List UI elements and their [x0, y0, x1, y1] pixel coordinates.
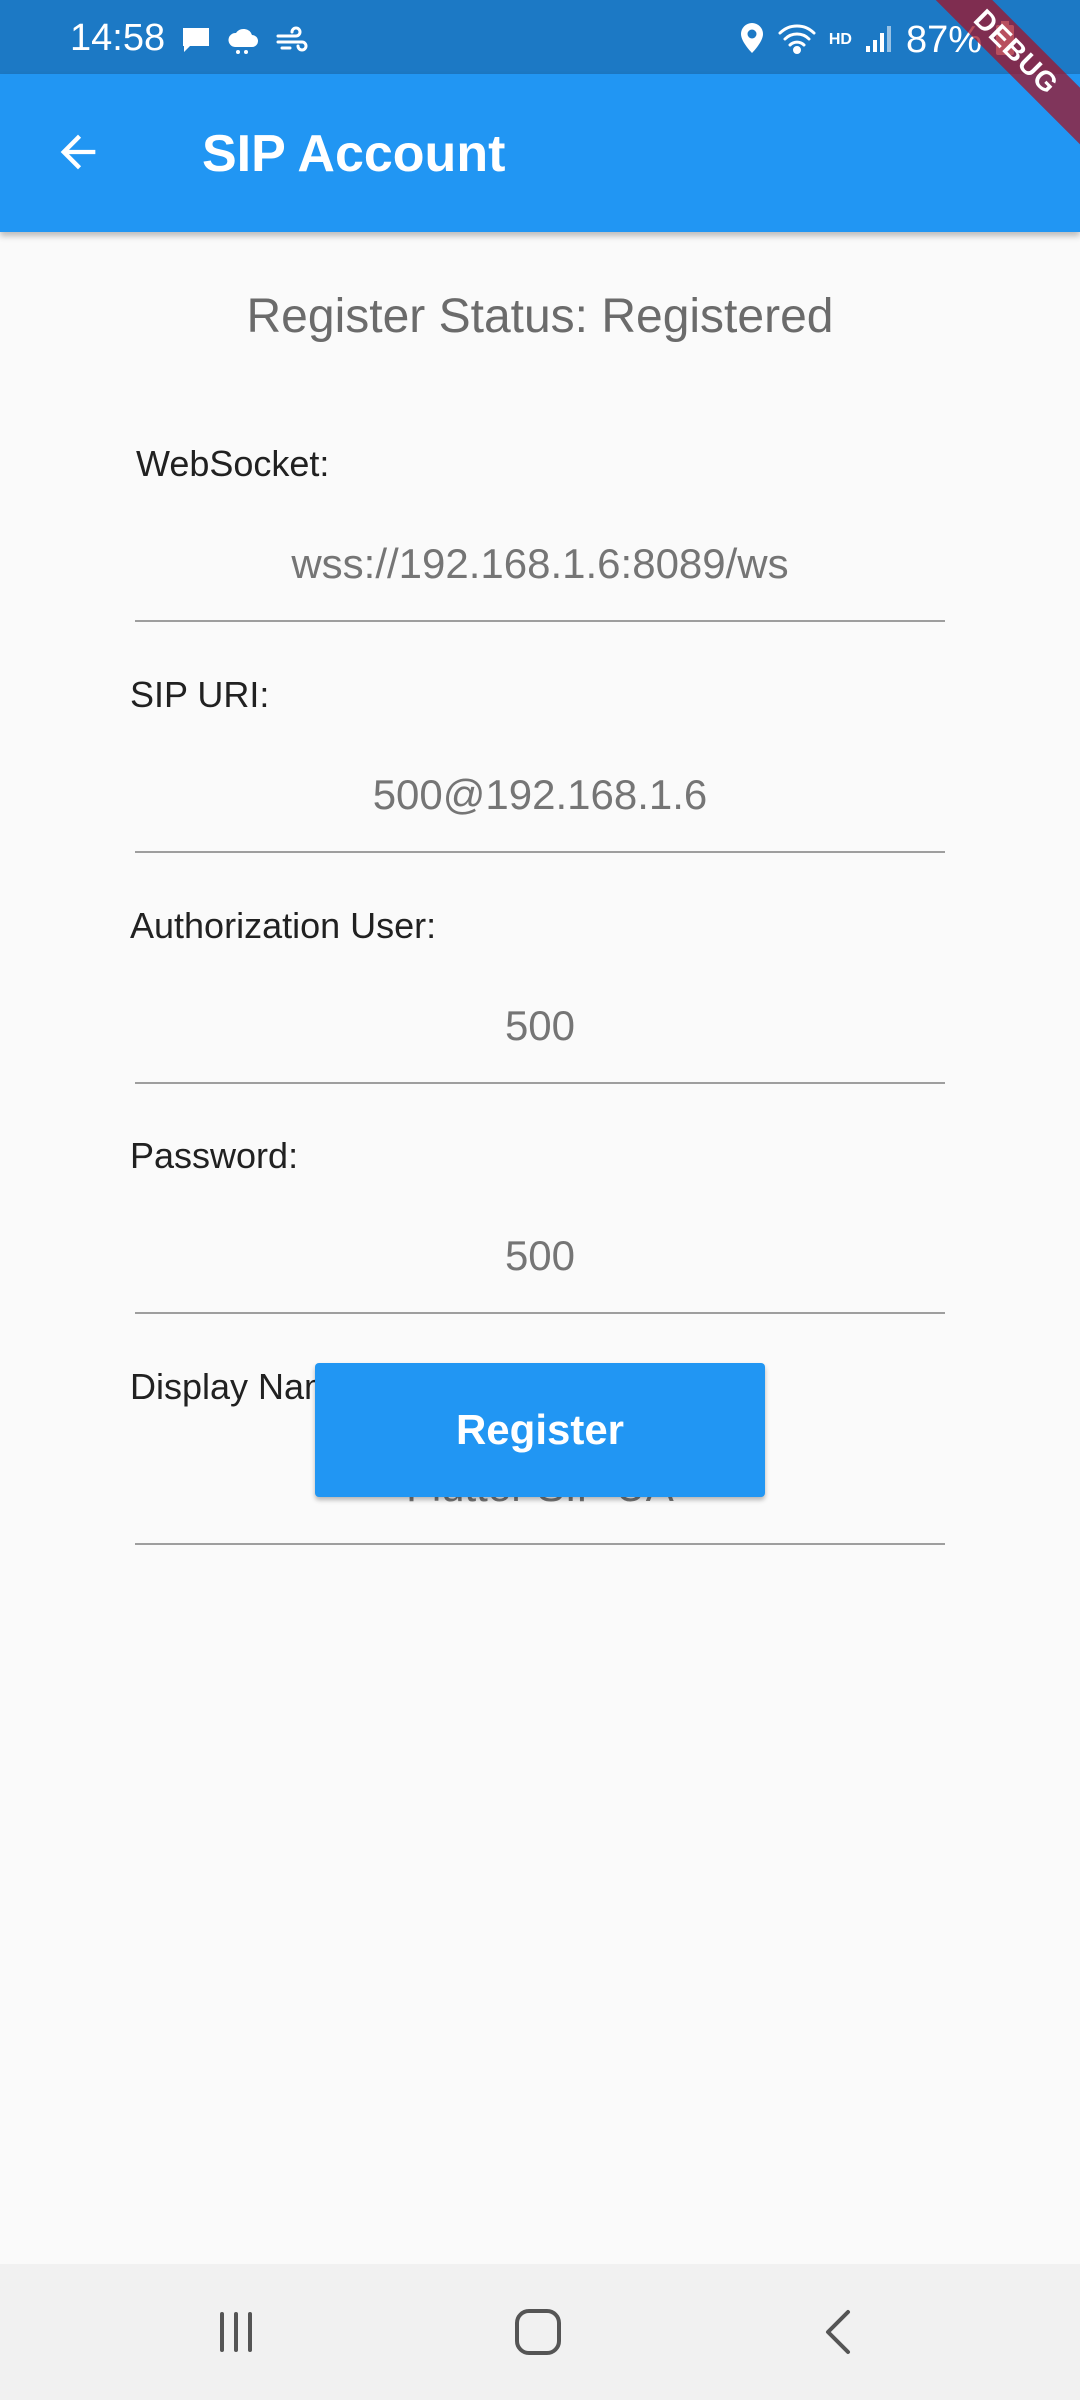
status-bar: 14:58 HD 87% [0, 0, 1080, 74]
hd-label: HD [828, 31, 852, 48]
sip-uri-label: SIP URI: [130, 674, 270, 715]
websocket-field[interactable] [135, 522, 945, 622]
back-button[interactable] [38, 112, 118, 192]
page-title: SIP Account [202, 125, 506, 183]
sip-uri-field[interactable] [135, 753, 945, 853]
nav-back-button[interactable] [800, 2292, 880, 2372]
auth-user-label: Authorization User: [130, 905, 437, 946]
status-time: 14:58 [70, 17, 166, 59]
wind-icon [274, 25, 308, 60]
signal-icon [864, 22, 894, 59]
wifi-icon [777, 21, 817, 60]
recent-apps-button[interactable] [196, 2292, 276, 2372]
password-field[interactable] [135, 1214, 945, 1314]
password-label: Password: [130, 1135, 299, 1176]
back-icon [826, 2310, 850, 2354]
app-bar: SIP Account [0, 74, 1080, 232]
home-icon [515, 2309, 561, 2355]
register-status: Register Status: Registered [246, 290, 834, 343]
status-notification-icons [180, 22, 308, 62]
auth-user-field[interactable] [135, 984, 945, 1084]
location-icon [739, 21, 765, 60]
sip-account-form: Register Status: Registered WebSocket: S… [0, 232, 1080, 2262]
cloud-icon [226, 25, 260, 60]
register-button[interactable]: Register [315, 1363, 765, 1497]
recent-apps-icon [220, 2312, 252, 2352]
system-nav-bar [0, 2264, 1080, 2400]
chat-icon [180, 25, 212, 60]
websocket-label: WebSocket: [136, 443, 330, 484]
arrow-back-icon [60, 134, 96, 170]
home-button[interactable] [498, 2292, 578, 2372]
